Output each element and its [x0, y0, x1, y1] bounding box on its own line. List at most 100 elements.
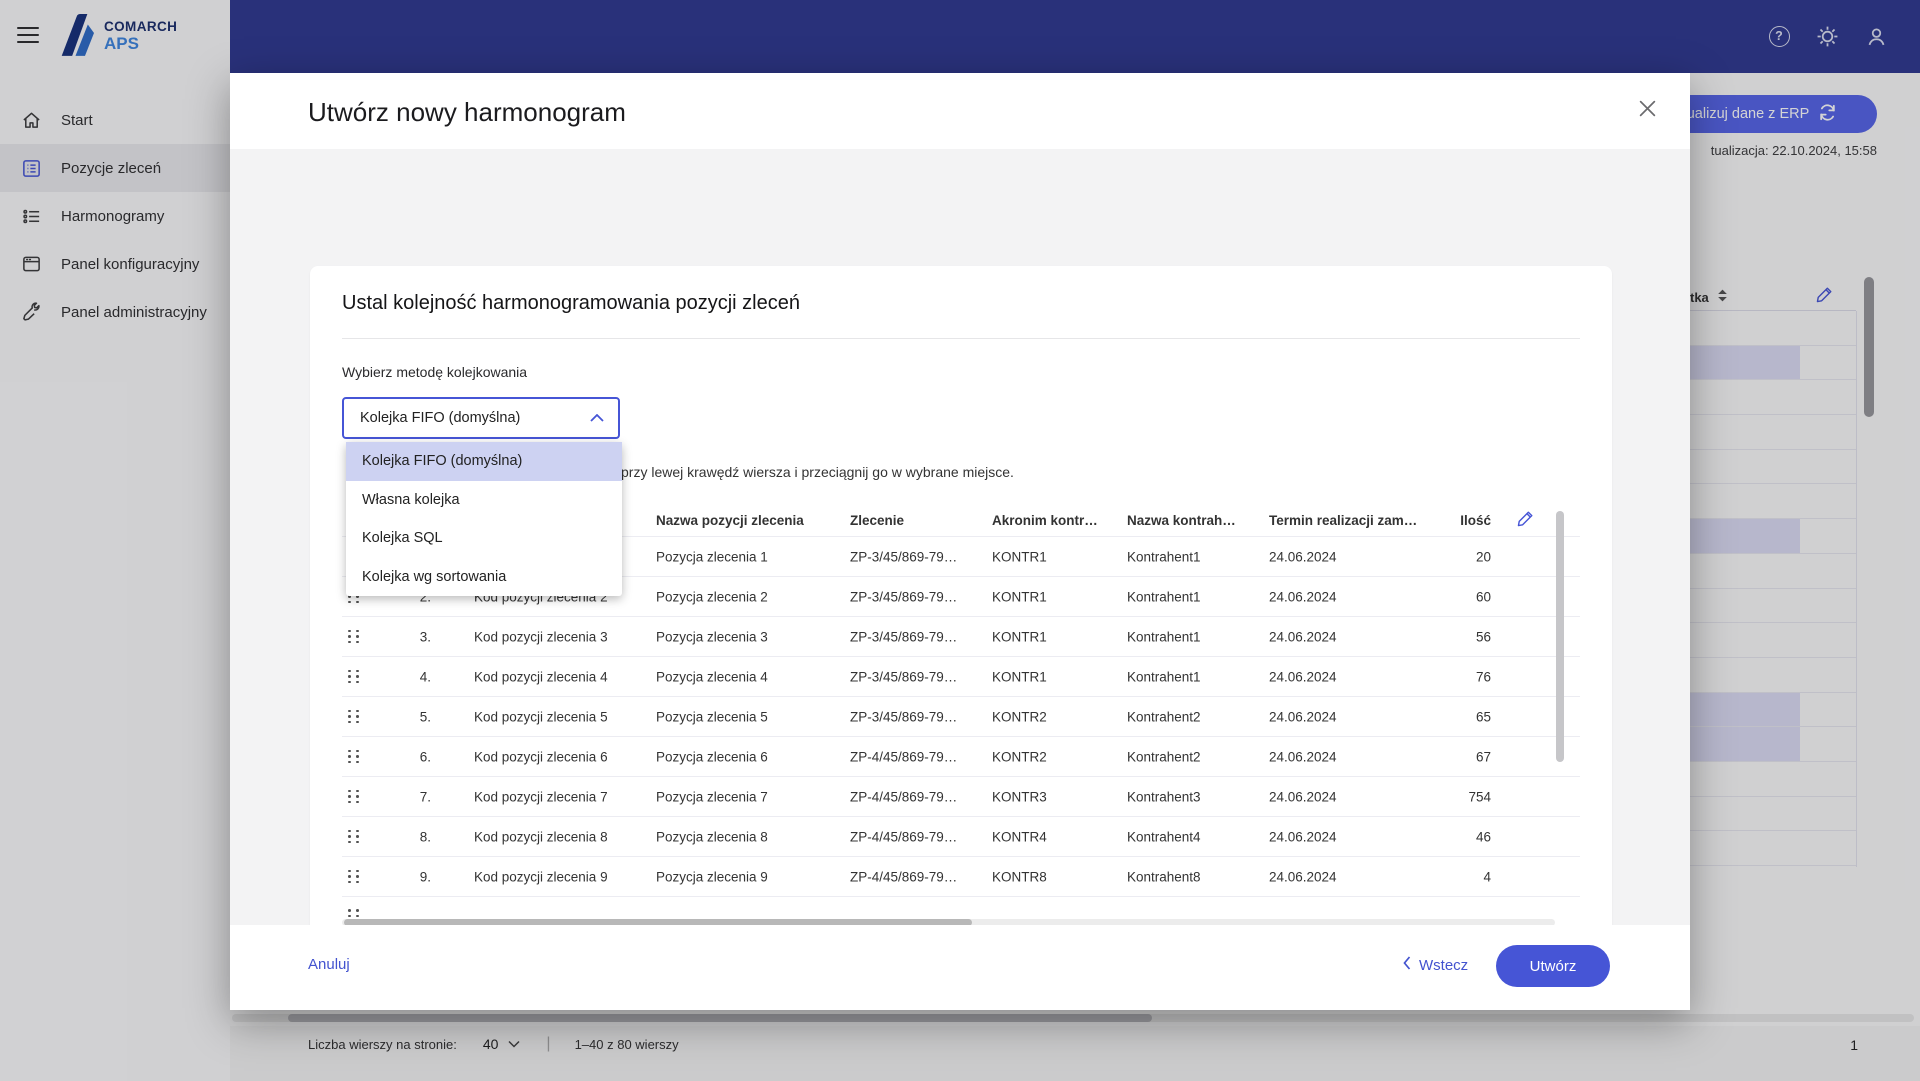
- cell-row-number: 5.: [405, 709, 431, 724]
- cell-row-number: 3.: [405, 629, 431, 644]
- cell-contractor-acronym: KONTR8: [992, 869, 1047, 884]
- cell-item-name: Pozycja zlecenia 2: [656, 589, 768, 604]
- table-row[interactable]: 5. Kod pozycji zlecenia 5 Pozycja zlecenia…: [342, 697, 1580, 737]
- cell-contractor-acronym: KONTR4: [992, 829, 1047, 844]
- cell-order: ZP-4/45/869-79…: [850, 869, 957, 884]
- cell-due-date: 24.06.2024: [1269, 749, 1337, 764]
- cell-order: ZP-3/45/869-79…: [850, 629, 957, 644]
- cell-contractor-name: Kontrahent1: [1127, 669, 1201, 684]
- table-row[interactable]: 7.Kod pozycji zlecenia 7Pozycja zlecenia…: [342, 777, 1580, 817]
- drag-handle-icon[interactable]: [348, 790, 361, 804]
- column-header: Nazwa kontrah…: [1127, 513, 1236, 528]
- cell-due-date: 24.06.2024: [1269, 869, 1337, 884]
- cell-quantity: 65: [1402, 709, 1491, 724]
- queue-method-label: Wybierz metodę kolejkowania: [342, 364, 527, 380]
- back-button[interactable]: Wstecz: [1403, 956, 1468, 974]
- app-root: COMARCH APS Start Pozycje zleceń: [0, 0, 1920, 1081]
- cell-item-code: Kod pozycji zlecenia 6: [474, 749, 608, 764]
- table-row[interactable]: 4.Kod pozycji zlecenia 4Pozycja zlecenia…: [342, 657, 1580, 697]
- dropdown-option[interactable]: Kolejka SQL: [346, 519, 622, 558]
- drag-handle-icon[interactable]: [348, 830, 361, 844]
- cell-item-code: Kod pozycji zlecenia 5: [474, 709, 608, 724]
- drag-handle-icon[interactable]: [348, 710, 361, 724]
- dropdown-option[interactable]: Kolejka wg sortowania: [346, 558, 622, 597]
- back-button-label: Wstecz: [1419, 957, 1468, 974]
- cell-contractor-acronym: KONTR3: [992, 789, 1047, 804]
- cell-contractor-acronym: KONTR1: [992, 549, 1047, 564]
- cell-contractor-name: Kontrahent3: [1127, 789, 1201, 804]
- chevron-up-icon: [590, 409, 604, 427]
- drag-handle-icon[interactable]: [348, 670, 361, 684]
- cell-order: ZP-4/45/869-79…: [850, 829, 957, 844]
- cell-contractor-name: Kontrahent1: [1127, 549, 1201, 564]
- cell-row-number: 7.: [405, 789, 431, 804]
- cell-row-number: 9.: [405, 869, 431, 884]
- cell-contractor-name: Kontrahent2: [1127, 709, 1201, 724]
- cell-quantity: 20: [1402, 549, 1491, 564]
- cell-order: ZP-3/45/869-79…: [850, 549, 957, 564]
- cell-item-name: Pozycja zlecenia 4: [656, 669, 768, 684]
- queue-method-value: Kolejka FIFO (domyślna): [360, 410, 590, 426]
- create-schedule-modal: Utwórz nowy harmonogram Ustal kolejność …: [230, 73, 1690, 1010]
- cell-contractor-acronym: KONTR1: [992, 629, 1047, 644]
- column-header: Termin realizacji zam…: [1269, 513, 1417, 528]
- drag-handle-icon[interactable]: [348, 909, 361, 918]
- drag-handle-icon[interactable]: [348, 750, 361, 764]
- cell-quantity: 76: [1402, 669, 1491, 684]
- drag-hint-text: przy lewej krawędź wiersza i przeciągnij…: [621, 464, 1014, 480]
- dropdown-option[interactable]: Kolejka FIFO (domyślna): [346, 442, 622, 481]
- table-row[interactable]: 8.Kod pozycji zlecenia 8Pozycja zlecenia…: [342, 817, 1580, 857]
- divider: [342, 338, 1580, 339]
- cell-contractor-name: Kontrahent1: [1127, 589, 1201, 604]
- cell-contractor-name: Kontrahent1: [1127, 629, 1201, 644]
- column-header: Nazwa pozycji zlecenia: [656, 513, 804, 528]
- cell-order: ZP-3/45/869-79…: [850, 709, 957, 724]
- column-header: Ilość: [1402, 513, 1491, 528]
- drag-handle-icon[interactable]: [348, 870, 361, 884]
- cell-item-name: Pozycja zlecenia 5: [656, 709, 768, 724]
- create-button[interactable]: Utwórz: [1496, 945, 1610, 987]
- table-vertical-scrollbar[interactable]: [1556, 511, 1564, 762]
- cell-due-date: 24.06.2024: [1269, 549, 1337, 564]
- cell-contractor-name: Kontrahent4: [1127, 829, 1201, 844]
- cell-due-date: 24.06.2024: [1269, 709, 1337, 724]
- cell-contractor-acronym: KONTR1: [992, 589, 1047, 604]
- cell-quantity: 60: [1402, 589, 1491, 604]
- cell-item-code: Kod pozycji zlecenia 8: [474, 829, 608, 844]
- cell-item-name: Pozycja zlecenia 3: [656, 629, 768, 644]
- edit-columns-pencil-icon[interactable]: [1516, 509, 1535, 533]
- queue-method-select[interactable]: Kolejka FIFO (domyślna): [342, 397, 620, 439]
- table-row[interactable]: 6. Kod pozycji zlecenia 6 Pozycja zlecenia…: [342, 737, 1580, 777]
- cell-order: ZP-3/45/869-79…: [850, 669, 957, 684]
- modal-title: Utwórz nowy harmonogram: [308, 97, 626, 128]
- column-header: Zlecenie: [850, 513, 904, 528]
- cell-item-name: Pozycja zlecenia 7: [656, 789, 768, 804]
- queue-settings-card: Ustal kolejność harmonogramowania pozycj…: [310, 266, 1612, 961]
- cell-contractor-name: Kontrahent2: [1127, 749, 1201, 764]
- cell-row-number: 6.: [405, 749, 431, 764]
- cell-contractor-acronym: KONTR1: [992, 669, 1047, 684]
- close-icon[interactable]: [1635, 96, 1659, 120]
- cell-item-name: Pozycja zlecenia 6: [656, 749, 768, 764]
- drag-handle-icon[interactable]: [348, 630, 361, 644]
- table-row[interactable]: 9.Kod pozycji zlecenia 9Pozycja zlecenia…: [342, 857, 1580, 897]
- column-header: Akronim kontr…: [992, 513, 1098, 528]
- chevron-left-icon: [1403, 956, 1411, 974]
- cell-quantity: 56: [1402, 629, 1491, 644]
- cell-item-name: Pozycja zlecenia 8: [656, 829, 768, 844]
- queue-method-menu: Kolejka FIFO (domyślna)Własna kolejkaKol…: [346, 442, 622, 596]
- cell-order: ZP-3/45/869-79…: [850, 589, 957, 604]
- cell-item-code: Kod pozycji zlecenia 3: [474, 629, 608, 644]
- cancel-button[interactable]: Anuluj: [308, 956, 350, 973]
- cell-due-date: 24.06.2024: [1269, 669, 1337, 684]
- cell-quantity: 46: [1402, 829, 1491, 844]
- modal-body: Ustal kolejność harmonogramowania pozycj…: [230, 149, 1690, 925]
- table-row[interactable]: 3. Kod pozycji zlecenia 3 Pozycja zlecenia…: [342, 617, 1580, 657]
- cell-quantity: 67: [1402, 749, 1491, 764]
- cell-item-name: Pozycja zlecenia 1: [656, 549, 768, 564]
- cell-quantity: 754: [1402, 789, 1491, 804]
- cell-due-date: 24.06.2024: [1269, 789, 1337, 804]
- cell-row-number: 4.: [405, 669, 431, 684]
- cell-quantity: 4: [1402, 869, 1491, 884]
- dropdown-option[interactable]: Własna kolejka: [346, 481, 622, 520]
